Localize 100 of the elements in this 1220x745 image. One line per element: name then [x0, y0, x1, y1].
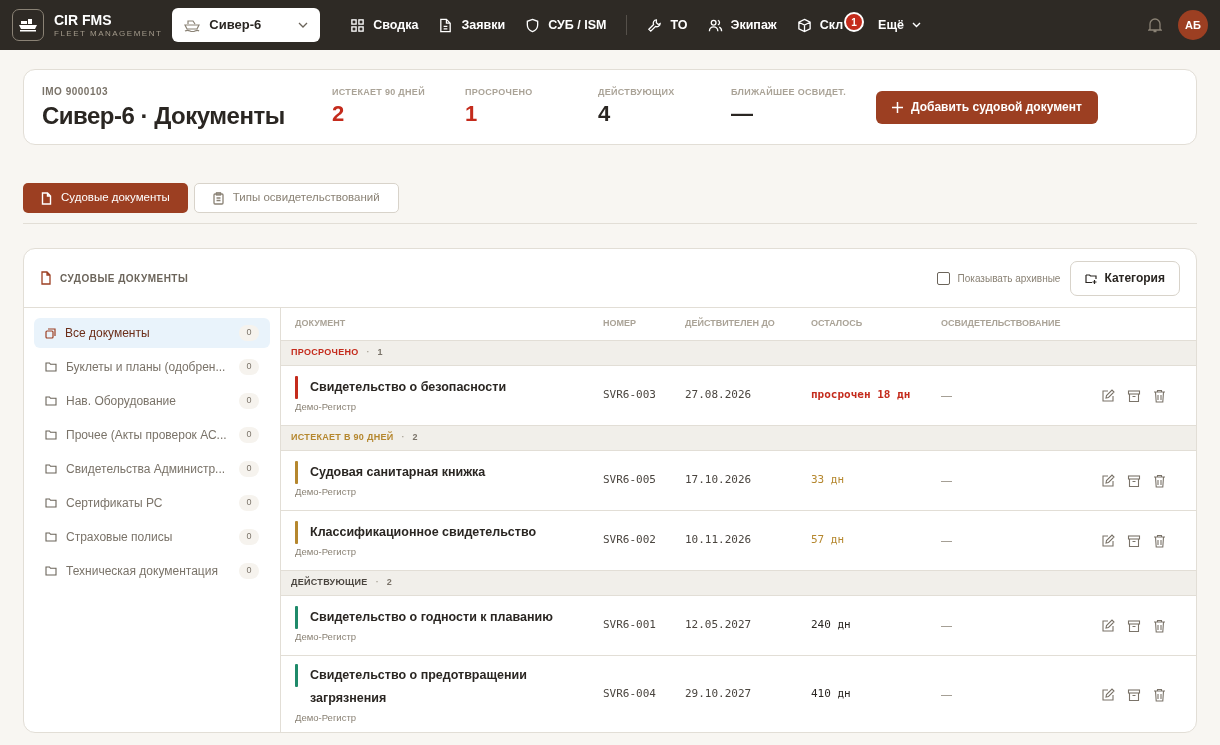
- table-cell-text: —: [941, 687, 953, 703]
- count-badge: 0: [239, 461, 259, 477]
- trash-icon[interactable]: [1153, 388, 1166, 403]
- group-count: 2: [386, 576, 392, 590]
- category-item[interactable]: Свидетельства Администр... 0: [34, 454, 270, 484]
- count-badge: 0: [239, 529, 259, 545]
- bell-icon[interactable]: [1148, 17, 1162, 33]
- registry-label: Демо-Регистр: [295, 630, 358, 645]
- folder-icon: [45, 498, 57, 508]
- archive-icon[interactable]: [1127, 473, 1141, 488]
- stat-value: —: [731, 99, 754, 128]
- nav-link[interactable]: Заявки: [428, 15, 516, 35]
- plus-icon: [892, 101, 903, 113]
- category-label: Свидетельства Администр...: [66, 461, 227, 478]
- category-item[interactable]: Все документы 0: [34, 318, 270, 348]
- wrench-icon: [647, 17, 663, 33]
- edit-icon[interactable]: [1101, 687, 1115, 702]
- table-cell-text: 12.05.2027: [685, 617, 753, 634]
- page-title: Сивер-6 · Документы: [42, 100, 286, 131]
- edit-icon[interactable]: [1101, 388, 1115, 403]
- category-item[interactable]: Сертификаты РС 0: [34, 488, 270, 518]
- nav-link[interactable]: ТО: [637, 15, 698, 35]
- category-item[interactable]: Техническая документация 0: [34, 556, 270, 586]
- table-cell-text: —: [941, 618, 953, 634]
- column-header: ОСТАЛОСЬ: [811, 317, 864, 331]
- folder-icon: [45, 430, 57, 440]
- tab[interactable]: Типы освидетельствований: [193, 183, 399, 213]
- app-subtitle: FLEET MANAGEMENT: [54, 27, 163, 39]
- ship-icon: [184, 18, 201, 32]
- nav-link[interactable]: СУБ / ISM: [515, 15, 617, 35]
- stat-value: 4: [598, 99, 612, 128]
- category-item[interactable]: Прочее (Акты проверок АС... 0: [34, 420, 270, 450]
- archive-icon[interactable]: [1127, 618, 1141, 633]
- checkbox[interactable]: [936, 271, 950, 285]
- add-document-button[interactable]: Добавить судовой документ: [876, 90, 1098, 124]
- group-label: ИСТЕКАЕТ В 90 ДНЕЙ: [291, 431, 394, 445]
- status-bar: [295, 376, 298, 400]
- document-title: Классификационное свидетельство: [310, 524, 538, 542]
- user-avatar[interactable]: АБ: [1178, 10, 1208, 40]
- document-title: Судовая санитарная книжка: [310, 464, 487, 482]
- archive-icon[interactable]: [1127, 533, 1141, 548]
- remaining-cell-text: 240 дн: [811, 617, 852, 634]
- document-icon: [438, 17, 454, 33]
- vessel-select[interactable]: Сивер-6: [172, 8, 321, 42]
- stat-label: ДЕЙСТВУЮЩИХ: [598, 86, 676, 100]
- table-cell-text: —: [941, 473, 953, 489]
- count-badge: 0: [239, 393, 259, 409]
- nav-link[interactable]: Экипаж: [697, 15, 787, 35]
- nav-link[interactable]: Скл: [786, 15, 845, 35]
- table-cell-text: SVR6-002: [603, 532, 657, 549]
- separator-dot: ·: [375, 576, 379, 590]
- category-label: Страховые полисы: [66, 529, 174, 546]
- table-cell-text: SVR6-004: [603, 686, 657, 703]
- checkbox-label: Показывать архивные: [957, 271, 1061, 286]
- imo-number: IMO 9000103: [42, 84, 110, 99]
- trash-icon[interactable]: [1153, 687, 1166, 702]
- remaining-cell-text: 57 дн: [811, 532, 846, 549]
- table-cell-text: 17.10.2026: [685, 472, 753, 489]
- document-title: Свидетельство о предотвращении загрязнения: [310, 666, 528, 707]
- edit-icon[interactable]: [1101, 533, 1115, 548]
- chevron-down-icon: [911, 22, 921, 28]
- document-title: Свидетельство о годности к плаванию: [310, 609, 554, 627]
- trash-icon[interactable]: [1153, 533, 1166, 548]
- archive-icon[interactable]: [1127, 687, 1141, 702]
- panel-title: СУДОВЫЕ ДОКУМЕНТЫ: [60, 271, 189, 286]
- document-icon: [41, 191, 52, 205]
- column-header: ОСВИДЕТЕЛЬСТВОВАНИЕ: [941, 317, 1062, 331]
- edit-icon[interactable]: [1101, 473, 1115, 488]
- archive-icon[interactable]: [1127, 388, 1141, 403]
- ship-logo-icon: [12, 9, 44, 41]
- status-bar: [295, 461, 298, 485]
- trash-icon[interactable]: [1153, 618, 1166, 633]
- folder-icon: [45, 396, 57, 406]
- category-item[interactable]: Страховые полисы 0: [34, 522, 270, 552]
- folder-icon: [45, 464, 57, 474]
- tab[interactable]: Судовые документы: [23, 183, 188, 213]
- category-label: Нав. Оборудование: [66, 393, 177, 410]
- count-badge: 0: [239, 563, 259, 579]
- group-count: 1: [377, 346, 383, 360]
- nav-link[interactable]: Ещё: [868, 15, 931, 35]
- group-label: ДЕЙСТВУЮЩИЕ: [291, 576, 368, 590]
- notification-badge: 1: [844, 12, 865, 32]
- registry-label: Демо-Регистр: [295, 485, 358, 500]
- table-cell-text: SVR6-001: [603, 617, 657, 634]
- nav-link[interactable]: Сводка: [340, 15, 429, 35]
- category-item[interactable]: Нав. Оборудование 0: [34, 386, 270, 416]
- column-header: НОМЕР: [603, 317, 637, 331]
- category-item[interactable]: Буклеты и планы (одобрен... 0: [34, 352, 270, 382]
- edit-icon[interactable]: [1101, 618, 1115, 633]
- separator-dot: ·: [366, 346, 370, 360]
- stat-value: 2: [332, 99, 346, 128]
- category-button[interactable]: Категория: [1070, 260, 1180, 296]
- column-header: ДЕЙСТВИТЕЛЕН ДО: [685, 317, 776, 331]
- app-name: CIR FMS: [54, 11, 113, 28]
- category-label: Техническая документация: [66, 563, 219, 580]
- trash-icon[interactable]: [1153, 473, 1166, 488]
- remaining-cell-text: 33 дн: [811, 472, 846, 489]
- group-label: ПРОСРОЧЕНО: [291, 346, 359, 360]
- clipboard-icon: [212, 191, 224, 205]
- category-label: Прочее (Акты проверок АС...: [66, 427, 228, 444]
